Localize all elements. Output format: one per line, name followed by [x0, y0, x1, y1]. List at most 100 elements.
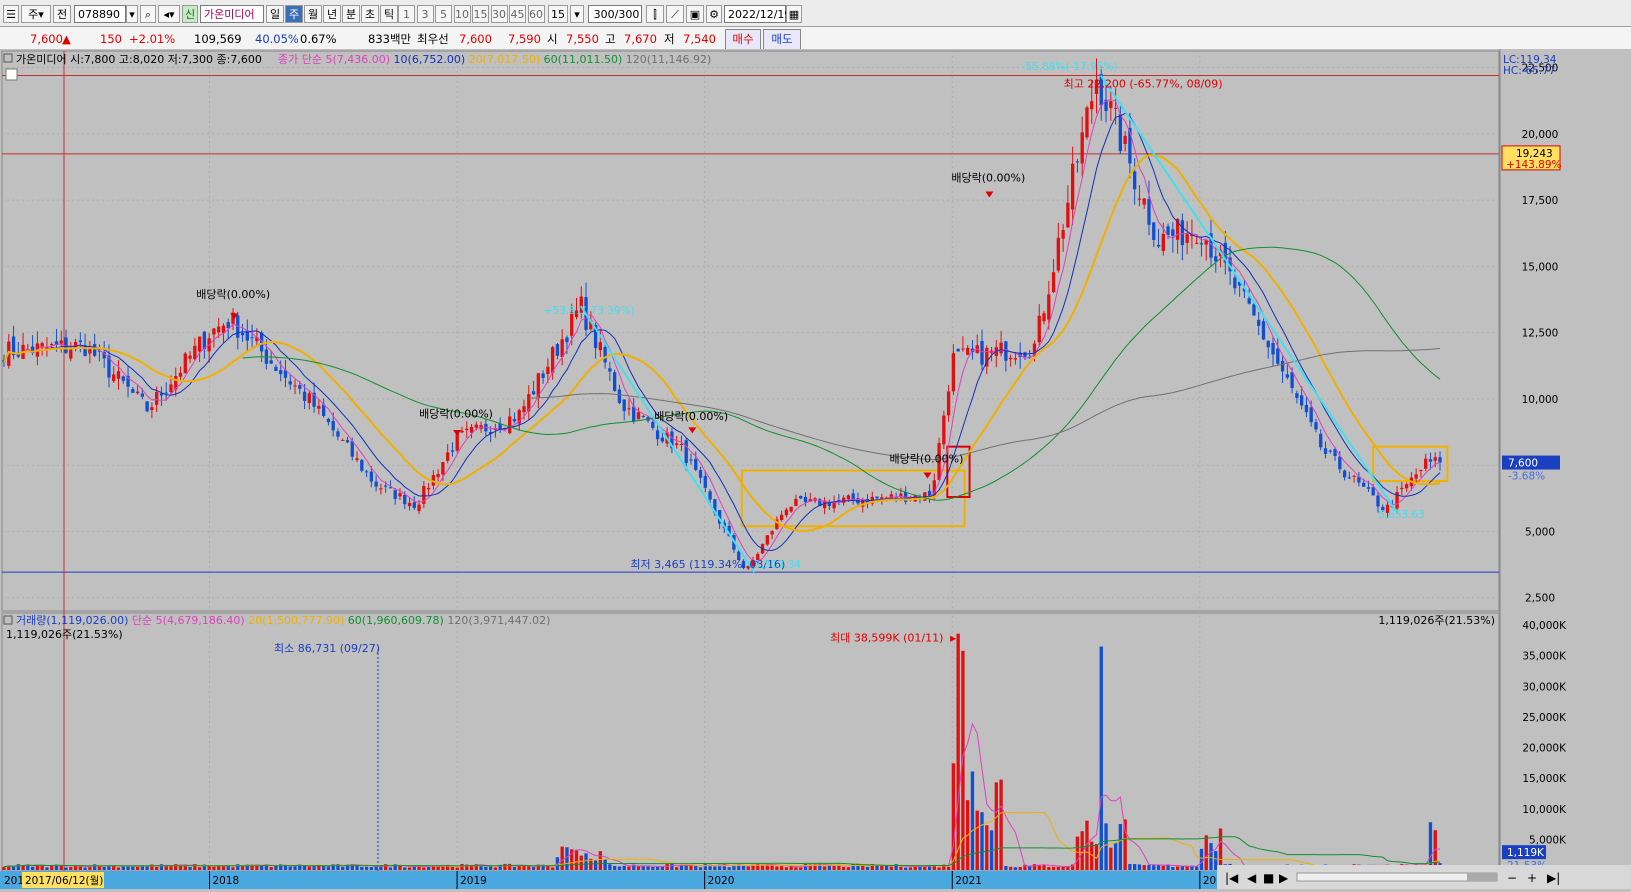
period-button-3[interactable]: 년	[323, 5, 341, 23]
period-button-5[interactable]: 초	[361, 5, 379, 23]
panel-option-icon[interactable]	[5, 68, 18, 81]
minute-value[interactable]: 15	[548, 5, 568, 23]
stock-name-field[interactable]: 가온미디어	[200, 5, 264, 23]
stock-chart[interactable]: 최고 22,200 (-65.77%, 08/09)최저 3,465 (119.…	[0, 49, 1631, 889]
scrollbar-thumb[interactable]	[1467, 873, 1497, 881]
candle-body	[388, 487, 393, 489]
volume-bar	[479, 866, 483, 870]
period-button-4[interactable]: 분	[342, 5, 360, 23]
volume-bar	[88, 867, 92, 870]
buy-button[interactable]: 매수	[725, 29, 761, 50]
stock-code-input[interactable]: 078890	[74, 5, 126, 23]
candle-body	[155, 391, 159, 405]
candle-body	[355, 458, 359, 460]
volume-bar	[822, 866, 827, 870]
volume-bar	[1047, 866, 1051, 870]
header-ohlc: 시:7,800 고:8,020 저:7,300 종:7,600	[70, 53, 262, 66]
volume-bar	[288, 866, 292, 870]
volume-bar	[1204, 835, 1208, 870]
volume-bar	[1142, 865, 1146, 870]
volume-bar	[655, 866, 660, 870]
price-tick-1: 20,000	[1522, 129, 1559, 141]
quote-bid1: 7,600	[459, 32, 492, 46]
interval-button-3[interactable]: 3	[416, 5, 434, 23]
market-combo-label: 주	[28, 8, 39, 21]
interval-button-15[interactable]: 15	[472, 5, 489, 23]
candle-body	[379, 488, 383, 490]
candle-body	[1156, 244, 1161, 247]
scroll-left-icon[interactable]: ◀	[1247, 871, 1257, 885]
candle-body	[131, 389, 135, 393]
volume-bar	[875, 865, 879, 870]
save-icon[interactable]: ▣	[686, 5, 704, 23]
price-tick-2: 17,500	[1522, 195, 1559, 207]
sell-button[interactable]: 매도	[763, 29, 801, 50]
volume-bar	[1104, 823, 1108, 870]
code-dropdown-icon[interactable]: ▾	[126, 5, 138, 23]
scroll-left-end-icon[interactable]: |◀	[1225, 871, 1239, 885]
scroll-right-icon[interactable]: ▶	[1279, 871, 1289, 885]
candle-body	[1304, 404, 1309, 413]
volume-bar	[975, 810, 979, 870]
candle-body	[1070, 163, 1075, 210]
pause-icon[interactable]: ■	[1263, 871, 1274, 885]
candle-body	[765, 535, 769, 545]
volume-bar	[207, 866, 211, 870]
candle-type-icon[interactable]: ⫿	[646, 5, 664, 23]
prev-button[interactable]: 전	[53, 5, 71, 23]
candle-body	[1338, 456, 1342, 470]
period-button-2[interactable]: 월	[304, 5, 322, 23]
volume-current-right: 1,119,026주(21.53%)	[1378, 614, 1495, 627]
candle-body	[789, 506, 793, 512]
candle-body	[1214, 256, 1218, 262]
volume-bar	[1018, 866, 1022, 870]
volume-bar	[197, 867, 202, 870]
volume-bar	[302, 865, 307, 870]
candle-body	[708, 491, 712, 500]
candle-body	[326, 418, 331, 423]
new-badge[interactable]: 신	[182, 5, 198, 23]
settings-icon[interactable]: ⚙	[706, 5, 722, 23]
interval-button-10[interactable]: 10	[453, 5, 471, 23]
svg-text:종가 단순 5(7,436.00) 10(6,752.00: 종가 단순 5(7,436.00) 10(6,752.00) 20(7,017.…	[278, 53, 711, 66]
volume-bar	[660, 866, 665, 870]
volume-bar	[779, 866, 784, 870]
period-button-6[interactable]: 틱	[380, 5, 398, 23]
period-button-0[interactable]: 일	[266, 5, 284, 23]
trend2-label: -55.88%(-17.95%)	[1022, 61, 1118, 73]
quote-bid2: 7,590	[508, 32, 541, 46]
volume-bar	[1147, 865, 1151, 870]
volume-bar	[608, 864, 612, 870]
count-field[interactable]: 300/300	[588, 5, 642, 23]
menu-icon[interactable]: ☰	[3, 5, 19, 23]
date-field[interactable]: 2022/12/19	[724, 5, 791, 23]
zoom-in-icon[interactable]: +	[1527, 871, 1537, 885]
volume-bar	[1185, 866, 1189, 870]
zoom-out-icon[interactable]: −	[1507, 871, 1517, 885]
interval-button-45[interactable]: 45	[509, 5, 526, 23]
calendar-icon[interactable]: ▦	[786, 5, 802, 23]
hc-value: HC:-65.77	[1503, 65, 1556, 77]
interval-button-1[interactable]: 1	[398, 5, 415, 23]
candle-body	[550, 347, 555, 373]
draw-tool-icon[interactable]: ⟋	[666, 5, 684, 23]
speaker-icon[interactable]: ◂▾	[158, 5, 180, 23]
interval-button-60[interactable]: 60	[527, 5, 545, 23]
interval-button-30[interactable]: 30	[490, 5, 508, 23]
period-button-1[interactable]: 주	[285, 5, 303, 23]
interval-button-5[interactable]: 5	[435, 5, 452, 23]
market-combo[interactable]: 주▾	[21, 5, 51, 23]
candle-body	[240, 332, 245, 336]
search-icon[interactable]: ⌕	[140, 5, 156, 23]
scroll-right-end-icon[interactable]: ▶|	[1547, 871, 1560, 885]
candle-body	[1371, 487, 1375, 496]
volume-bar	[617, 866, 622, 870]
candle-body	[779, 514, 784, 521]
volume-tick-2: 30,000K	[1522, 681, 1567, 693]
candle-body	[474, 424, 478, 428]
candle-body	[612, 372, 617, 391]
scroll-controls: |◀ ◀ ■ ▶ − + ▶|	[1217, 865, 1631, 889]
minute-dropdown-icon[interactable]: ▾	[570, 5, 584, 23]
candle-body	[679, 444, 684, 446]
volume-bar	[64, 867, 68, 870]
